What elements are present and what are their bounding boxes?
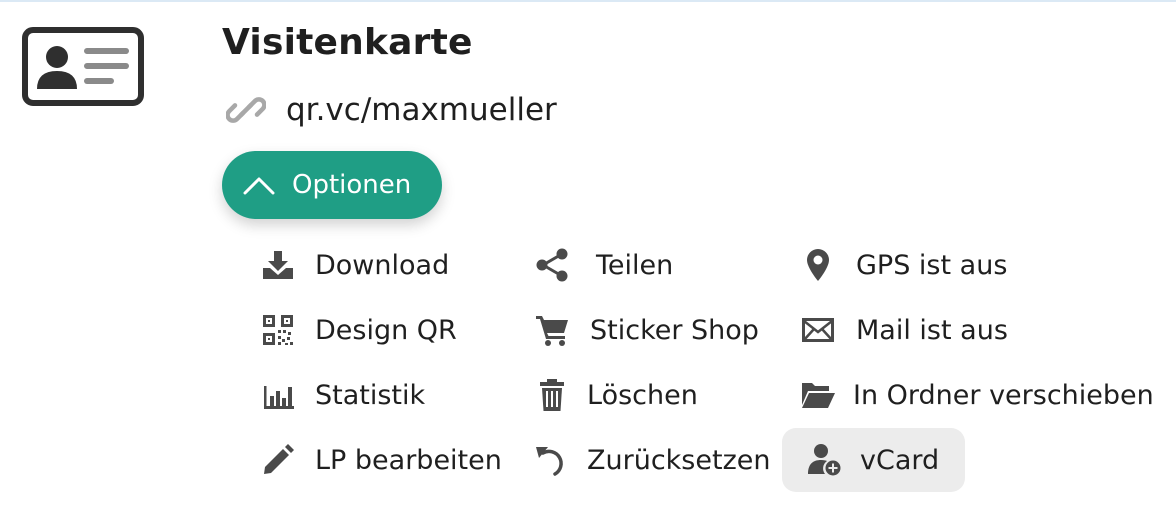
- menu-item-label: Zurücksetzen: [587, 444, 771, 476]
- link-icon: [225, 90, 267, 130]
- envelope-icon: [800, 312, 836, 348]
- share-icon: [534, 247, 570, 283]
- folder-open-icon: [800, 377, 836, 413]
- bar-chart-icon: [260, 377, 296, 413]
- menu-item-design-qr[interactable]: Design QR: [260, 298, 457, 362]
- menu-item-vcard[interactable]: vCard: [782, 428, 965, 492]
- menu-item-loeschen[interactable]: Löschen: [534, 363, 698, 427]
- chevron-up-icon: [242, 174, 276, 196]
- trash-icon: [534, 377, 570, 413]
- options-label: Optionen: [292, 170, 412, 200]
- add-contact-icon: [806, 442, 842, 478]
- top-border: [0, 0, 1176, 2]
- menu-item-gps[interactable]: GPS ist aus: [800, 233, 1007, 297]
- menu-item-label: Statistik: [315, 379, 426, 411]
- short-url-link[interactable]: qr.vc/maxmueller: [286, 92, 557, 128]
- menu-item-mail[interactable]: Mail ist aus: [800, 298, 1008, 362]
- menu-item-zuruecksetzen[interactable]: Zurücksetzen: [534, 428, 770, 492]
- menu-item-label: Sticker Shop: [590, 314, 759, 346]
- menu-item-label: Download: [315, 249, 450, 281]
- menu-item-lp-bearbeiten[interactable]: LP bearbeiten: [260, 428, 502, 492]
- pencil-icon: [260, 442, 296, 478]
- menu-item-sticker-shop[interactable]: Sticker Shop: [534, 298, 759, 362]
- menu-item-label: GPS ist aus: [856, 249, 1008, 281]
- menu-item-label: LP bearbeiten: [315, 444, 502, 476]
- menu-item-ordner[interactable]: In Ordner verschieben: [800, 363, 1154, 427]
- menu-item-label: Mail ist aus: [856, 314, 1008, 346]
- menu-item-label: Teilen: [596, 249, 674, 281]
- menu-item-label: In Ordner verschieben: [853, 379, 1154, 411]
- location-pin-icon: [800, 247, 836, 283]
- qr-code-icon: [260, 312, 296, 348]
- url-row[interactable]: qr.vc/maxmueller: [225, 88, 557, 132]
- menu-item-statistik[interactable]: Statistik: [260, 363, 425, 427]
- undo-icon: [534, 442, 570, 478]
- menu-item-label: Löschen: [587, 379, 698, 411]
- business-card-icon: [22, 27, 144, 106]
- menu-item-teilen[interactable]: Teilen: [534, 233, 673, 297]
- shopping-cart-icon: [534, 312, 570, 348]
- menu-item-download[interactable]: Download: [260, 233, 449, 297]
- download-icon: [260, 247, 296, 283]
- options-toggle-button[interactable]: Optionen: [222, 151, 442, 219]
- page-title: Visitenkarte: [222, 22, 473, 63]
- menu-item-label: vCard: [860, 444, 940, 476]
- menu-item-label: Design QR: [315, 314, 457, 346]
